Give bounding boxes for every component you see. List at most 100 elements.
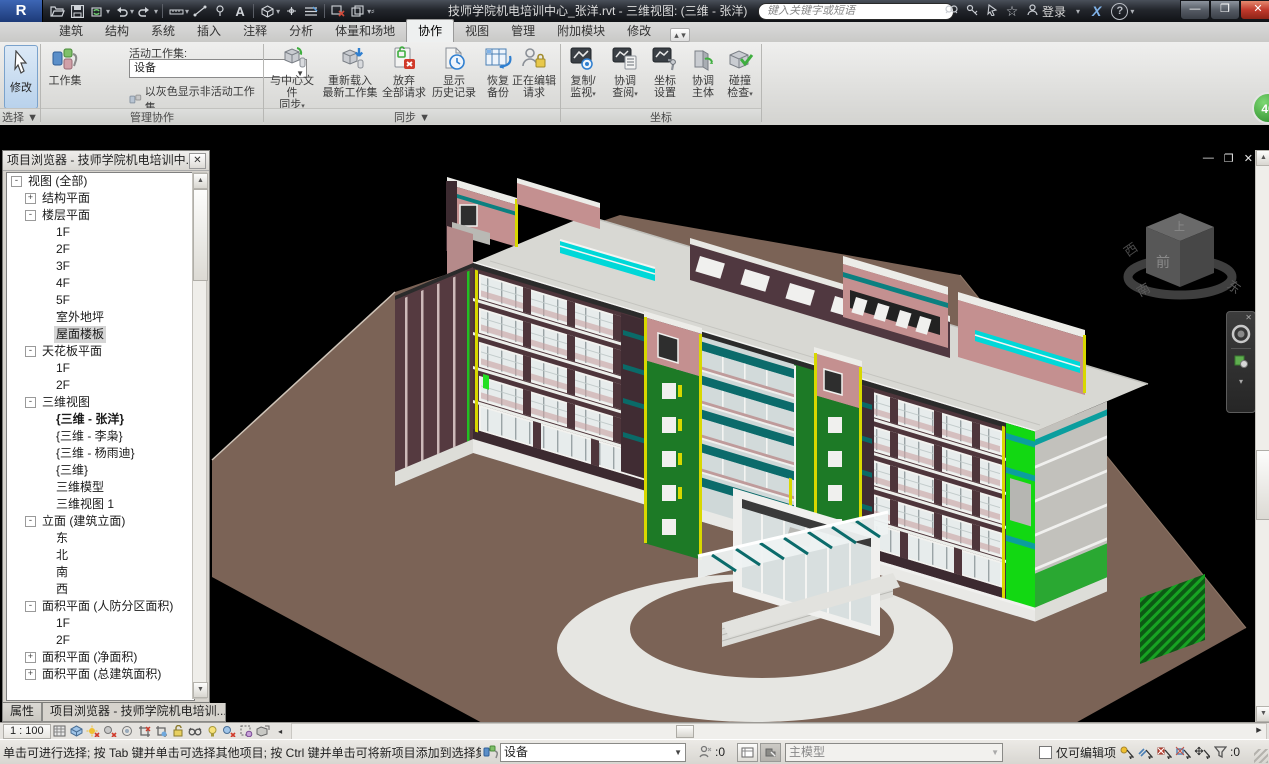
panel-manage-label[interactable]: 管理协作 [41,108,263,124]
show-history-button[interactable]: 显示历史记录 [430,44,478,108]
resize-grip[interactable] [1254,749,1268,763]
login-dropdown-caret[interactable]: ▾ [1076,7,1080,16]
tree-row[interactable]: 2F [7,241,194,258]
browser-tree[interactable]: -视图 (全部) +结构平面 -楼层平面 1F 2F 3F 4F 5F 室外地坪… [6,172,195,701]
tree-row[interactable]: 西 [7,581,194,598]
user-icon[interactable] [1022,4,1042,19]
redo-dropdown-caret[interactable]: ▾ [154,7,158,16]
tab-addins[interactable]: 附加模块 [546,20,616,42]
tab-structure[interactable]: 结构 [94,20,140,42]
sync-with-central-button[interactable]: 与中心文件同步▾ [267,44,317,108]
redo-icon[interactable] [136,2,154,20]
zoom-extents-icon[interactable] [1227,353,1255,369]
subscription-icon[interactable] [962,4,982,19]
viewport-vertical-scrollbar[interactable]: ▲ ▼ [1255,150,1269,722]
tree-row[interactable]: +面积平面 (净面积) [7,649,194,666]
tree-row[interactable]: {三维 - 张洋} [7,411,194,428]
show-rendering-dialog-icon[interactable] [119,724,136,738]
view-close-icon[interactable]: ✕ [1244,152,1253,165]
interference-check-button[interactable]: 碰撞检查▾ [721,44,759,108]
cursor-help-icon[interactable] [982,4,1002,19]
tree-row[interactable]: 南 [7,564,194,581]
tab-annotate[interactable]: 注释 [232,20,278,42]
sync-with-central-icon[interactable] [88,2,106,20]
thin-lines-icon[interactable] [302,2,320,20]
viewport-horizontal-scrollbar[interactable]: ▶ [291,723,1267,740]
panel-coordinate-label[interactable]: 坐标 [561,108,761,124]
view-cube[interactable]: 南 东 西 前 上 [1118,195,1248,315]
tree-row[interactable]: 三维模型 [7,479,194,496]
navbar-close-icon[interactable]: ✕ [1227,312,1255,322]
tree-row[interactable]: 1F [7,615,194,632]
open-icon[interactable] [48,2,66,20]
editing-requests-icon[interactable] [696,744,715,761]
project-browser-close-icon[interactable]: ✕ [189,153,206,169]
tab-properties[interactable]: 属性 [2,703,42,722]
3d-view-dropdown-caret[interactable]: ▾ [276,7,280,16]
tag-icon[interactable] [211,2,229,20]
displaced-elements-icon[interactable] [255,724,272,738]
crop-view-icon[interactable] [136,724,153,738]
tab-collaborate[interactable]: 协作 [406,19,454,42]
aligned-dimension-icon[interactable] [191,2,209,20]
select-links-icon[interactable] [1135,744,1154,761]
section-icon[interactable] [282,2,300,20]
tree-row[interactable]: 屋面楼板 [7,326,194,343]
measure-icon[interactable] [167,2,185,20]
scale-control[interactable]: 1 : 100 [3,724,51,739]
help-dropdown-caret[interactable]: ▾ [1130,7,1134,16]
tab-insert[interactable]: 插入 [186,20,232,42]
select-pinned-icon[interactable] [1154,744,1173,761]
qat-customize-caret[interactable]: ⸗ [371,6,374,17]
modify-button[interactable]: 修改 [4,45,38,109]
save-icon[interactable] [68,2,86,20]
editable-only-checkbox-box[interactable] [1039,746,1052,759]
copy-monitor-button[interactable]: 复制/监视▾ [563,44,603,108]
worksets-dialog-button[interactable] [737,743,758,762]
tab-modify[interactable]: 修改 [616,20,662,42]
navbar-expand-icon[interactable]: ▾ [1227,377,1255,386]
editable-only-checkbox[interactable]: 仅可编辑项 [1039,743,1116,762]
sync-dropdown-caret[interactable]: ▾ [106,7,110,16]
coordinate-settings-button[interactable]: 坐标设置 [647,44,683,108]
application-menu-button[interactable]: R [0,0,43,22]
panel-select-label[interactable]: 选择 ▼ [0,108,40,124]
tree-row[interactable]: 5F [7,292,194,309]
view-restore-icon[interactable]: ❐ [1224,152,1234,165]
tree-row[interactable]: 三维视图 1 [7,496,194,513]
temporary-view-properties-icon[interactable] [238,724,255,738]
panel-sync-label[interactable]: 同步 ▼ [264,108,560,124]
tree-row[interactable]: 1F [7,224,194,241]
help-icon[interactable]: ? [1111,3,1128,20]
measure-dropdown-caret[interactable]: ▾ [185,7,189,16]
view-minimize-icon[interactable]: — [1203,152,1214,165]
tree-row[interactable]: {三维 - 杨雨迪} [7,445,194,462]
switch-windows-icon[interactable] [349,2,367,20]
end-wall-west[interactable] [395,263,473,486]
navigation-bar[interactable]: ✕ ▾ [1226,311,1256,413]
browser-scroll-thumb[interactable] [193,189,208,281]
unlocked-3d-view-icon[interactable] [170,724,187,738]
tree-row[interactable]: 室外地坪 [7,309,194,326]
project-browser-title[interactable]: 项目浏览器 - 技师学院机电培训中... [3,151,209,171]
login-button[interactable]: 登录 [1042,3,1066,20]
tree-row[interactable]: 4F [7,275,194,292]
filter-icon[interactable] [1211,744,1230,761]
tab-massing-site[interactable]: 体量和场地 [324,20,406,42]
front-tower-left[interactable] [644,311,702,560]
drag-on-selection-icon[interactable] [1192,744,1211,761]
relinquish-all-button[interactable]: 放弃全部请求 [380,44,428,108]
tree-row[interactable]: {三维} [7,462,194,479]
tree-row[interactable]: -视图 (全部) [7,173,194,190]
tree-row[interactable]: -立面 (建筑立面) [7,513,194,530]
tree-row[interactable]: {三维 - 李枭} [7,428,194,445]
tab-view[interactable]: 视图 [454,20,500,42]
browser-scroll-down[interactable]: ▼ [193,682,208,698]
communication-center-badge[interactable]: 40 [1252,92,1269,124]
close-button[interactable]: ✕ [1240,0,1269,20]
reveal-hidden-elements-icon[interactable] [204,724,221,738]
tab-analyze[interactable]: 分析 [278,20,324,42]
search-icon[interactable] [942,4,962,19]
tree-row[interactable]: 1F [7,360,194,377]
tree-row[interactable]: 3F [7,258,194,275]
